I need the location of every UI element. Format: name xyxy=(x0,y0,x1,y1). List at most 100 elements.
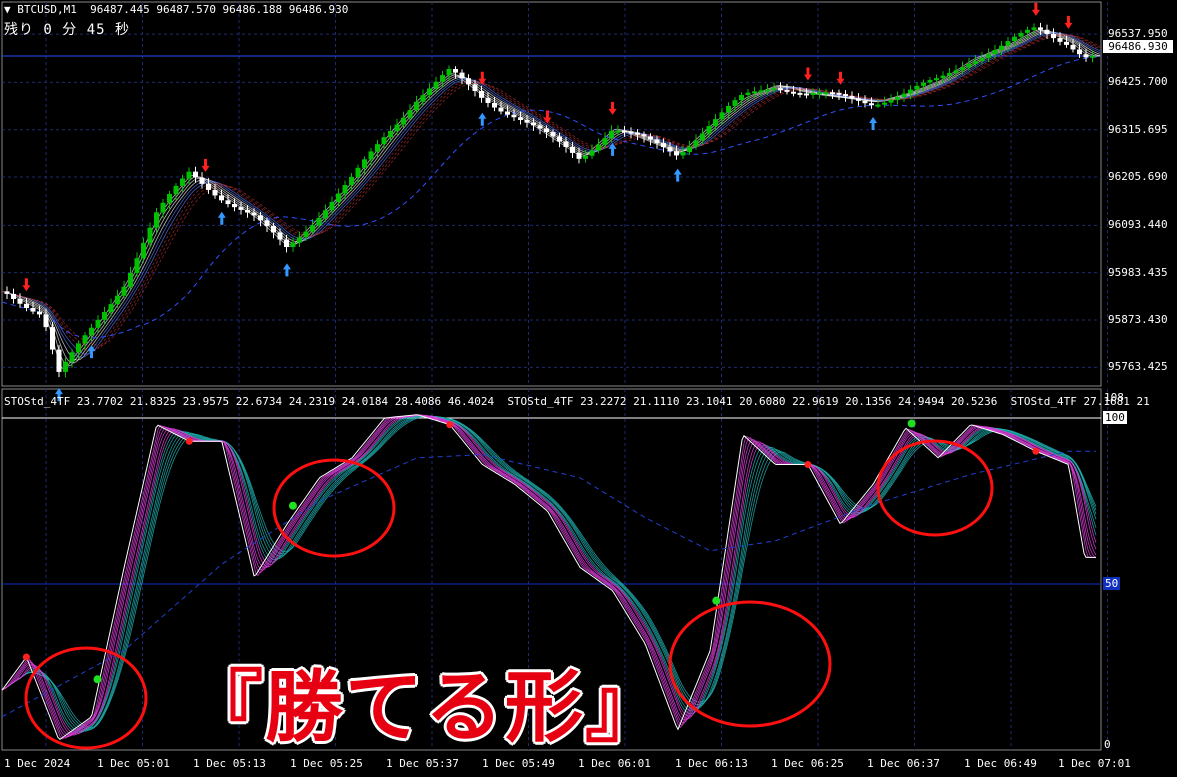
bull-candle xyxy=(368,151,374,160)
bear-candle xyxy=(836,92,842,95)
ma-slow-line xyxy=(1,56,1101,339)
time-tick-label: 1 Dec 06:37 xyxy=(867,757,940,770)
bull-candle xyxy=(141,243,146,259)
bear-candle xyxy=(849,95,855,99)
time-tick-label: 1 Dec 05:01 xyxy=(97,757,170,770)
bull-candle xyxy=(901,93,907,97)
bear-candle xyxy=(271,226,276,233)
up-arrow-icon xyxy=(673,168,682,182)
bull-candle xyxy=(173,185,179,195)
price-tick-label: 95873.430 xyxy=(1108,312,1168,326)
bull-candle xyxy=(420,95,426,102)
bear-candle xyxy=(576,152,582,159)
bull-candle xyxy=(615,130,621,133)
bull-candle xyxy=(381,137,387,145)
bull-candle xyxy=(297,237,302,243)
up-arrow-icon xyxy=(869,117,878,131)
bull-candle xyxy=(927,80,933,83)
bull-candle xyxy=(706,126,712,134)
bear-candle xyxy=(654,139,660,144)
bull-candle xyxy=(76,343,81,353)
bull-candle xyxy=(414,101,419,111)
moving-average-ribbon xyxy=(1,29,1101,370)
bull-candle xyxy=(947,72,952,76)
time-tick-label: 1 Dec 07:01 xyxy=(1058,757,1131,770)
bear-candle xyxy=(667,147,673,152)
down-arrow-icon xyxy=(1064,15,1073,29)
bull-candle xyxy=(89,327,94,336)
bear-candle xyxy=(843,94,848,97)
bear-candle xyxy=(505,111,510,115)
bull-candle xyxy=(687,146,692,153)
bear-candle xyxy=(1038,27,1043,30)
bear-candle xyxy=(50,327,55,350)
bull-candle xyxy=(316,218,322,226)
bear-candle xyxy=(862,100,868,104)
bear-candle xyxy=(498,107,504,112)
indicator-scale-50: 50 xyxy=(1103,577,1121,590)
bull-candle xyxy=(102,312,107,320)
bear-candle xyxy=(537,125,543,129)
chart-header: ▼ BTCUSD,M1 96487.445 96487.570 96486.18… xyxy=(4,3,348,16)
bull-candle xyxy=(973,60,978,64)
bull-candle xyxy=(895,96,900,101)
bull-candle xyxy=(336,193,341,203)
bear-candle xyxy=(791,91,796,94)
bull-candle xyxy=(147,227,153,244)
price-tick-label: 96425.700 xyxy=(1108,75,1168,89)
bear-candle xyxy=(1051,34,1056,39)
bull-candle xyxy=(63,361,68,372)
bull-candle xyxy=(960,67,965,71)
bear-candle xyxy=(869,103,874,106)
bear-candle xyxy=(11,293,16,299)
collapse-arrow-icon[interactable]: ▼ xyxy=(4,3,17,16)
bull-candle xyxy=(121,286,127,296)
bull-candle xyxy=(875,104,881,107)
bear-candle xyxy=(37,311,42,315)
indicator-scale-top: 108 xyxy=(1104,391,1124,404)
time-tick-label: 1 Dec 05:25 xyxy=(290,757,363,770)
time-tick-label: 1 Dec 2024 xyxy=(4,757,71,770)
time-tick-label: 1 Dec 06:49 xyxy=(964,757,1037,770)
bear-candle xyxy=(622,130,627,133)
bear-candle xyxy=(1070,44,1076,50)
bull-candle xyxy=(355,167,361,177)
bull-candle xyxy=(82,335,88,344)
sell-dot xyxy=(22,653,30,661)
ma-line xyxy=(1,30,1100,367)
bull-candle xyxy=(342,185,348,194)
bull-candle xyxy=(440,75,445,82)
bull-candle xyxy=(589,150,595,156)
bull-candle xyxy=(186,171,192,179)
bear-candle xyxy=(472,84,478,92)
bear-candle xyxy=(804,93,809,96)
bull-candle xyxy=(596,144,601,151)
bear-candle xyxy=(550,132,556,137)
bear-candle xyxy=(232,204,237,208)
bear-candle xyxy=(485,97,491,104)
bull-candle xyxy=(765,89,770,92)
price-tick-label: 95763.425 xyxy=(1108,360,1168,374)
ohlc-values: 96487.445 96487.570 96486.188 96486.930 xyxy=(90,3,349,16)
main-frame xyxy=(1,1,1102,387)
sell-dot xyxy=(185,437,193,445)
bull-candle xyxy=(154,212,159,228)
sell-dot xyxy=(446,421,454,429)
bull-candle xyxy=(1031,27,1037,30)
time-tick-label: 1 Dec 06:01 xyxy=(578,757,651,770)
bear-candle xyxy=(264,220,270,227)
bear-candle xyxy=(219,195,224,201)
bull-candle xyxy=(888,100,894,103)
bull-candle xyxy=(745,92,751,96)
bull-candle xyxy=(1005,41,1011,46)
bull-candle xyxy=(1025,29,1030,33)
bull-candle xyxy=(160,202,166,213)
bull-candle xyxy=(882,102,887,105)
bear-candle xyxy=(518,117,523,121)
bull-candle xyxy=(940,75,946,79)
bear-candle xyxy=(466,78,471,85)
bull-candle xyxy=(986,54,991,58)
bear-candle xyxy=(784,89,790,92)
price-tick-label: 96537.950 xyxy=(1108,27,1168,41)
ma-line xyxy=(1,32,1101,358)
